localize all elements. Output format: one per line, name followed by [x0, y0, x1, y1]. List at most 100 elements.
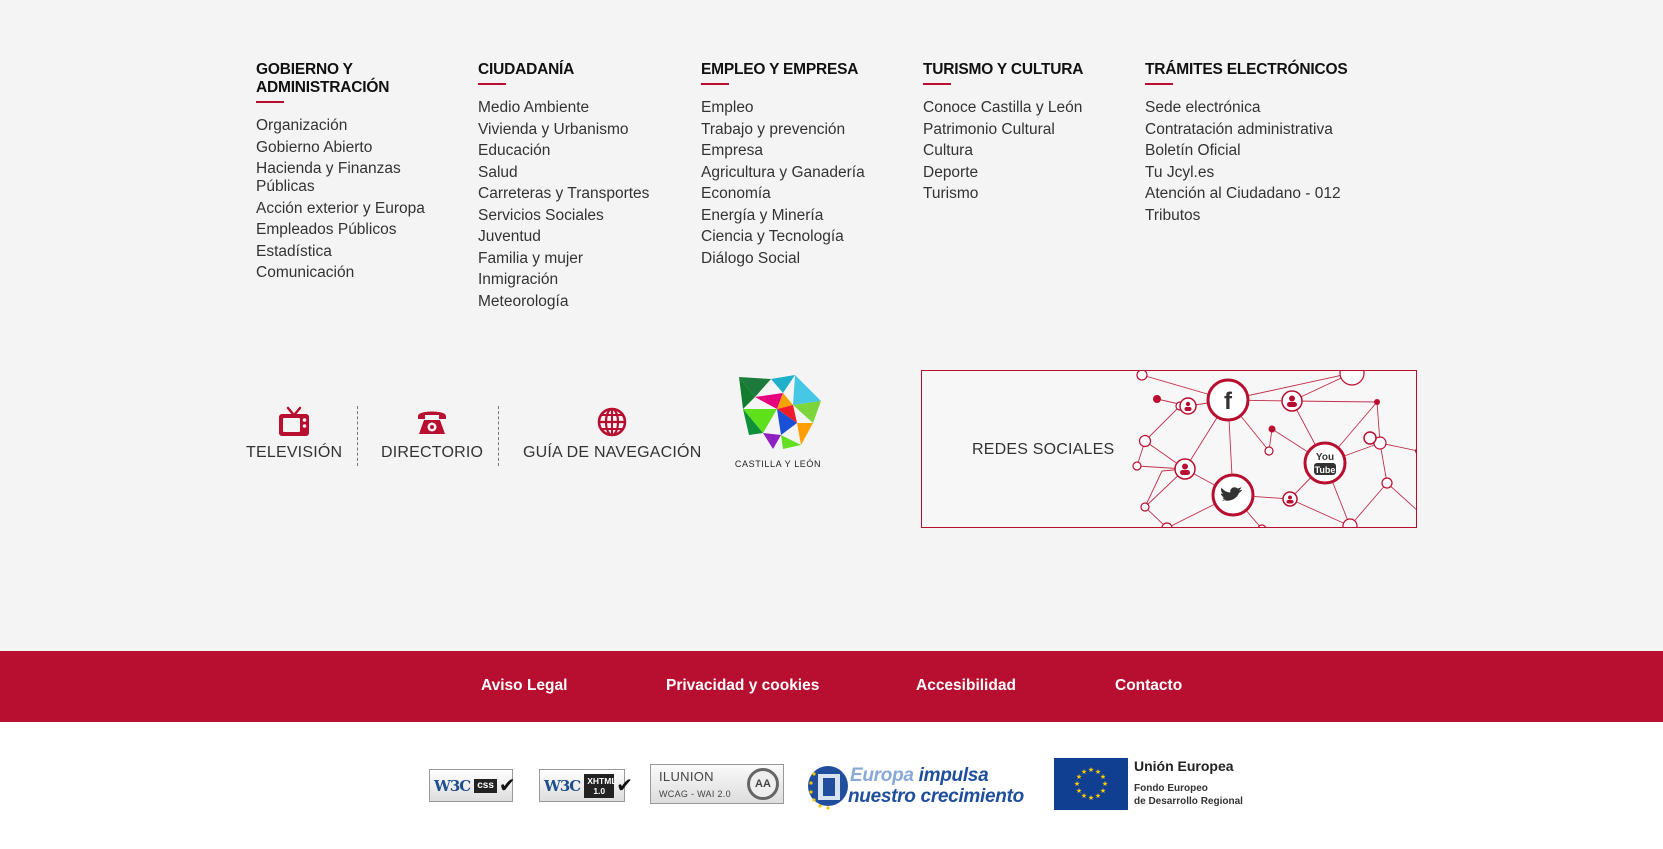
svg-text:★: ★	[1076, 787, 1082, 795]
link-medio-ambiente[interactable]: Medio Ambiente	[478, 99, 693, 117]
link-tributos[interactable]: Tributos	[1145, 207, 1375, 225]
link-dialogo-social[interactable]: Diálogo Social	[701, 250, 916, 268]
ilunion-wcag-badge[interactable]: ILUNION WCAG - WAI 2.0 AA	[650, 764, 784, 804]
redes-sociales-label: REDES SOCIALES	[972, 441, 1115, 458]
title-underline	[701, 83, 729, 85]
w3c-mark: W3C	[544, 776, 581, 795]
column-turismo: TURISMO Y CULTURA Conoce Castilla y León…	[923, 61, 1138, 207]
link-gobierno-abierto[interactable]: Gobierno Abierto	[256, 139, 471, 157]
checkmark-icon: ✔	[498, 775, 516, 797]
directorio-link[interactable]: DIRECTORIO	[381, 406, 483, 462]
globe-icon	[597, 407, 627, 437]
link-trabajo[interactable]: Trabajo y prevención	[701, 121, 916, 139]
svg-text:★: ★	[1088, 794, 1094, 802]
link-empleo[interactable]: Empleo	[701, 99, 916, 117]
svg-text:★: ★	[1088, 766, 1094, 774]
castilla-y-leon-emblem	[739, 375, 821, 449]
link-servicios-sociales[interactable]: Servicios Sociales	[478, 207, 693, 225]
television-link[interactable]: TELEVISIÓN	[246, 406, 342, 462]
checkmark-icon: ✔	[616, 775, 633, 797]
europa-slogan-line1: Europa impulsa	[850, 765, 989, 786]
link-carreteras[interactable]: Carreteras y Transportes	[478, 185, 693, 203]
twitter-icon	[1211, 473, 1255, 517]
link-organizacion[interactable]: Organización	[256, 117, 471, 135]
footer-sitemap: GOBIERNO Y ADMINISTRACIÓN Organización G…	[0, 0, 1663, 651]
link-turismo[interactable]: Turismo	[923, 185, 1138, 203]
title-underline	[1145, 83, 1173, 85]
link-agricultura[interactable]: Agricultura y Ganadería	[701, 164, 916, 182]
legal-links-bar: Aviso Legal Privacidad y cookies Accesib…	[0, 651, 1663, 722]
link-meteorologia[interactable]: Meteorología	[478, 293, 693, 311]
svg-text:You: You	[1316, 452, 1334, 463]
column-ciudadania: CIUDADANÍA Medio Ambiente Vivienda y Urb…	[478, 61, 693, 314]
social-network-graphic: f You Tube	[1132, 371, 1416, 527]
w3c-css-badge[interactable]: W3C css ✔	[429, 769, 516, 802]
link-deporte[interactable]: Deporte	[923, 164, 1138, 182]
television-label: TELEVISIÓN	[246, 444, 343, 461]
svg-text:f: f	[1224, 388, 1233, 415]
column-tramites: TRÁMITES ELECTRÓNICOS Sede electrónica C…	[1145, 61, 1375, 228]
svg-text:★: ★	[1095, 792, 1101, 800]
logo-caption: CASTILLA Y LEÓN	[734, 459, 822, 469]
title-underline	[256, 101, 284, 103]
link-empresa[interactable]: Empresa	[701, 142, 916, 160]
link-contratacion[interactable]: Contratación administrativa	[1145, 121, 1375, 139]
link-ciencia[interactable]: Ciencia y Tecnología	[701, 228, 916, 246]
wcag-text: WCAG - WAI 2.0	[659, 789, 731, 799]
link-patrimonio[interactable]: Patrimonio Cultural	[923, 121, 1138, 139]
ue-fund: Fondo Europeo de Desarrollo Regional	[1134, 783, 1243, 807]
svg-text:Tube: Tube	[1315, 465, 1336, 475]
svg-text:★: ★	[1081, 768, 1087, 776]
facebook-icon: f	[1206, 378, 1250, 422]
europa-slogan-line2: nuestro crecimiento	[848, 786, 1024, 807]
youtube-icon: You Tube	[1303, 441, 1347, 485]
aa-level-icon: AA	[747, 768, 779, 800]
title-underline	[478, 83, 506, 85]
link-accion-exterior[interactable]: Acción exterior y Europa	[256, 200, 471, 218]
link-tu-jcyl[interactable]: Tu Jcyl.es	[1145, 164, 1375, 182]
contacto-link[interactable]: Contacto	[1115, 677, 1182, 695]
redes-sociales-box[interactable]: REDES SOCIALES f You Tube	[921, 370, 1417, 528]
telephone-icon	[418, 411, 447, 434]
guia-navegacion-link[interactable]: GUÍA DE NAVEGACIÓN	[523, 406, 701, 462]
link-atencion-012[interactable]: Atención al Ciudadano - 012	[1145, 185, 1375, 203]
divider	[498, 406, 499, 466]
link-boletin[interactable]: Boletín Oficial	[1145, 142, 1375, 160]
directorio-label: DIRECTORIO	[381, 444, 484, 461]
link-cultura[interactable]: Cultura	[923, 142, 1138, 160]
eu-flag-icon: ★ ★ ★ ★ ★ ★ ★ ★ ★ ★ ★ ★	[1054, 758, 1128, 810]
link-familia[interactable]: Familia y mujer	[478, 250, 693, 268]
link-juventud[interactable]: Juventud	[478, 228, 693, 246]
link-sede-electronica[interactable]: Sede electrónica	[1145, 99, 1375, 117]
castilla-y-leon-logo[interactable]: CASTILLA Y LEÓN	[733, 375, 823, 469]
w3c-xhtml-badge[interactable]: W3C XHTML 1.0 ✔	[539, 769, 633, 802]
aviso-legal-link[interactable]: Aviso Legal	[481, 677, 567, 695]
column-title: CIUDADANÍA	[478, 61, 575, 78]
link-energia[interactable]: Energía y Minería	[701, 207, 916, 225]
link-salud[interactable]: Salud	[478, 164, 693, 182]
link-vivienda[interactable]: Vivienda y Urbanismo	[478, 121, 693, 139]
w3c-mark: W3C	[434, 776, 471, 795]
privacidad-cookies-link[interactable]: Privacidad y cookies	[666, 677, 819, 695]
link-inmigracion[interactable]: Inmigración	[478, 271, 693, 289]
column-empleo: EMPLEO Y EMPRESA Empleo Trabajo y preven…	[701, 61, 916, 271]
europa-impulsa-badge[interactable]: Europa impulsa nuestro crecimiento	[806, 758, 1028, 814]
column-title: GOBIERNO Y ADMINISTRACIÓN	[256, 61, 390, 96]
accesibilidad-link[interactable]: Accesibilidad	[916, 677, 1016, 695]
link-hacienda[interactable]: Hacienda y Finanzas Públicas	[256, 160, 406, 196]
divider	[357, 406, 358, 466]
ilunion-text: ILUNION	[659, 769, 714, 784]
link-conoce-cyl[interactable]: Conoce Castilla y León	[923, 99, 1138, 117]
link-educacion[interactable]: Educación	[478, 142, 693, 160]
column-gobierno: GOBIERNO Y ADMINISTRACIÓN Organización G…	[256, 61, 471, 286]
guia-label: GUÍA DE NAVEGACIÓN	[523, 444, 702, 461]
union-europea-badge[interactable]: ★ ★ ★ ★ ★ ★ ★ ★ ★ ★ ★ ★ Unión Europea Fondo Euro…	[1054, 758, 1244, 814]
svg-text:★: ★	[1074, 780, 1080, 788]
column-title: TURISMO Y CULTURA	[923, 61, 1084, 78]
link-estadistica[interactable]: Estadística	[256, 243, 471, 261]
link-economia[interactable]: Economía	[701, 185, 916, 203]
ue-name: Unión Europea	[1134, 758, 1234, 774]
link-comunicacion[interactable]: Comunicación	[256, 264, 471, 282]
eu-seal-icon	[808, 766, 848, 810]
link-empleados-publicos[interactable]: Empleados Públicos	[256, 221, 471, 239]
